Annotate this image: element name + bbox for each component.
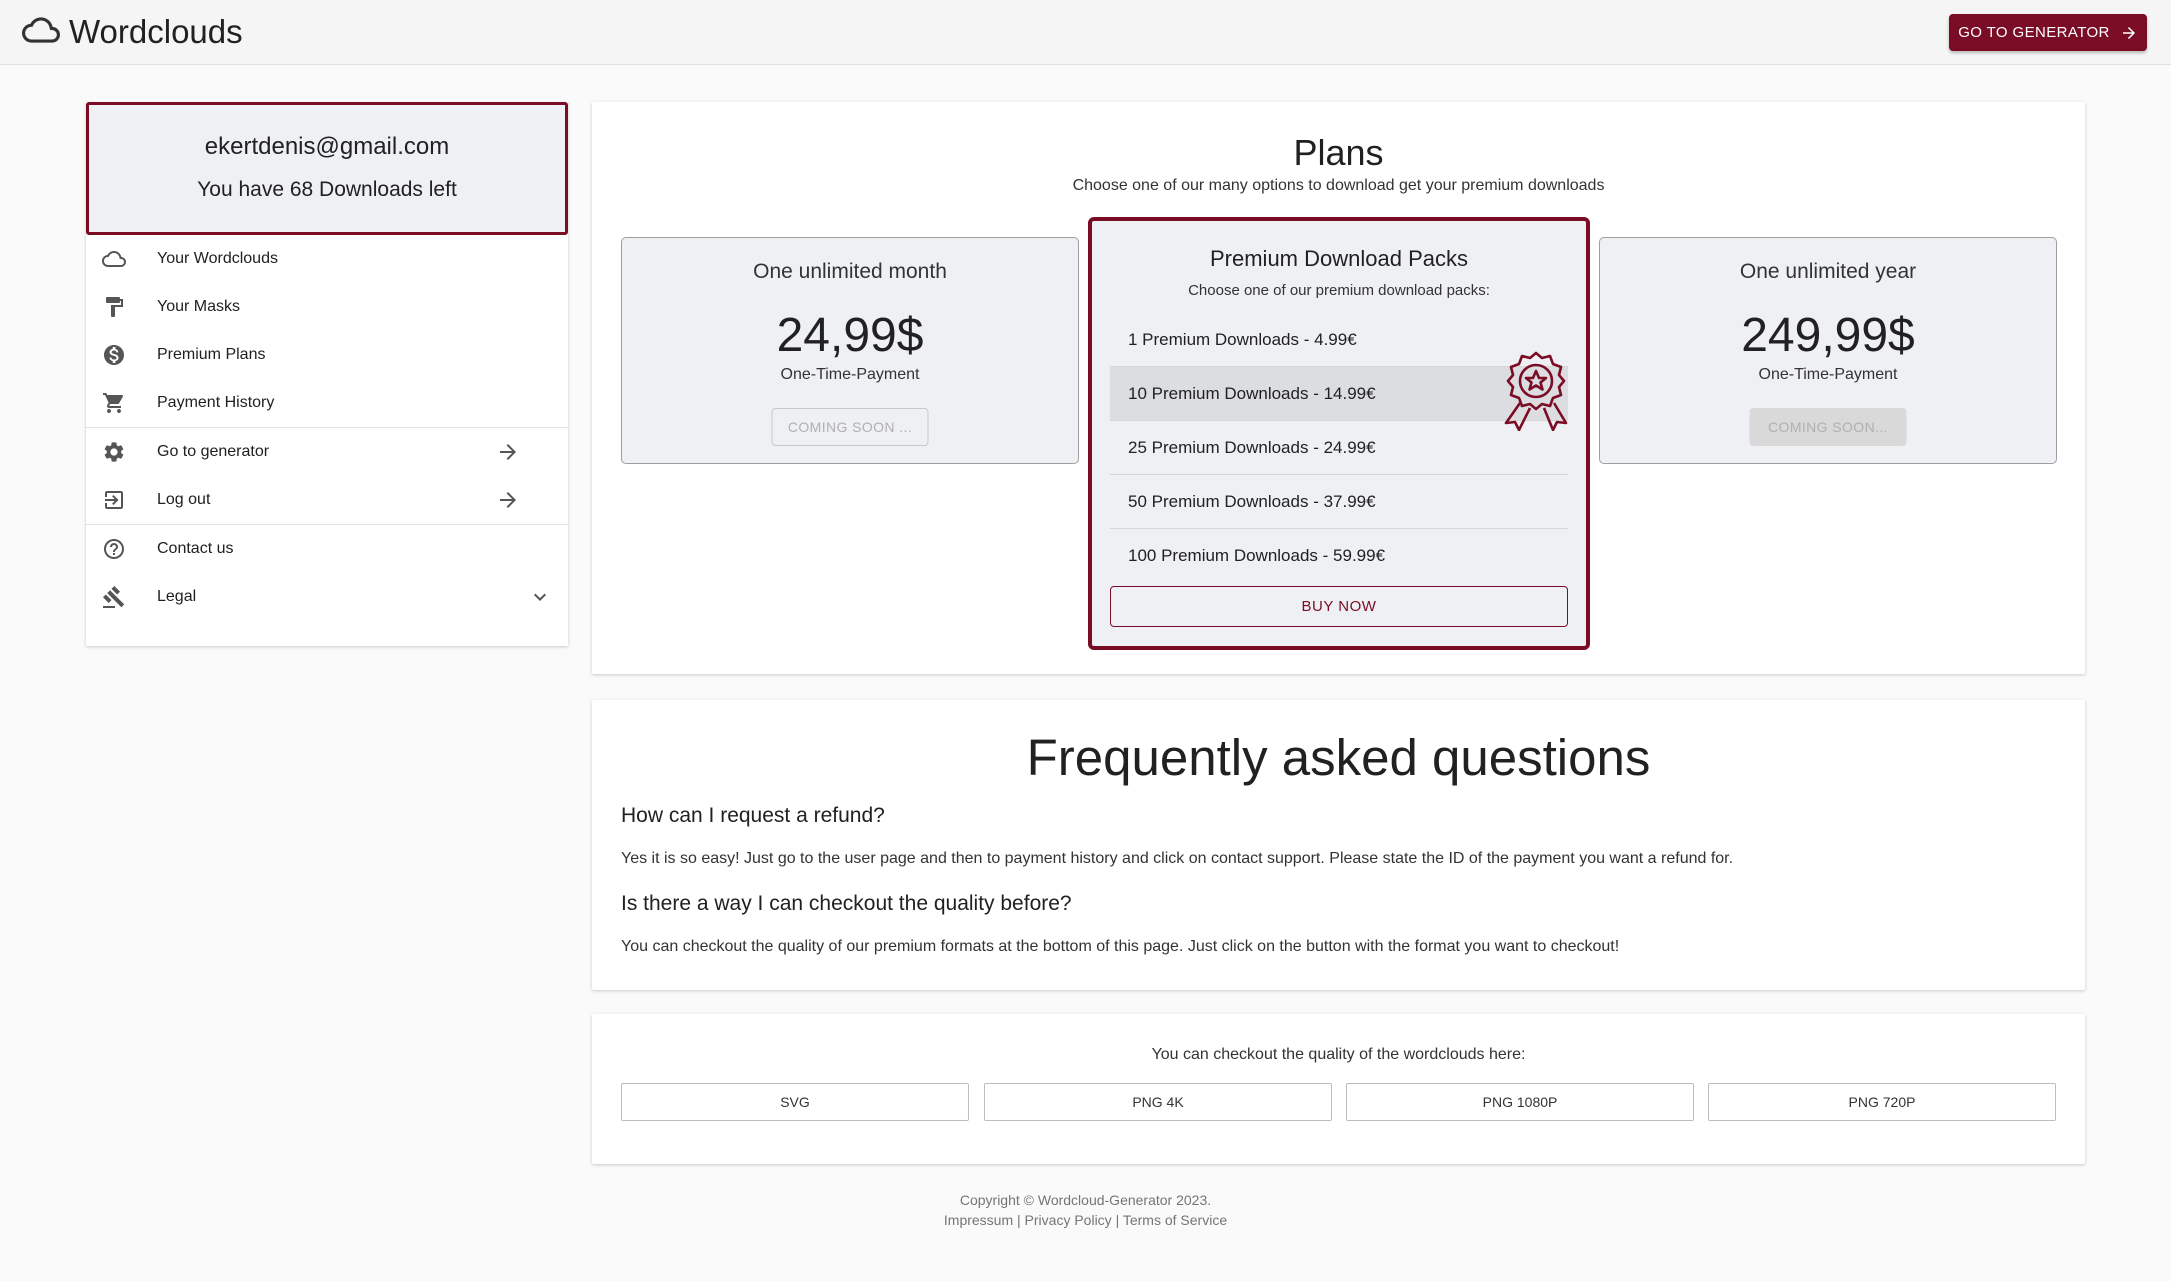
sidebar-item-log-out[interactable]: Log out: [86, 476, 568, 524]
sidebar-item-label: Your Wordclouds: [157, 250, 278, 267]
faq-question: How can I request a refund?: [621, 804, 885, 827]
sidebar-item-label: Your Masks: [157, 298, 240, 315]
faq-panel: Frequently asked questions How can I req…: [592, 700, 2085, 990]
award-badge-icon: [1504, 351, 1568, 431]
sidebar-item-contact-us[interactable]: Contact us: [86, 525, 568, 573]
footer-copyright: Copyright © Wordcloud-Generator 2023.: [959, 1192, 1212, 1208]
coming-soon-button: COMING SOON...: [1749, 408, 1907, 446]
buy-now-button[interactable]: BUY NOW: [1110, 586, 1568, 627]
plans-panel: Plans Choose one of our many options to …: [592, 102, 2085, 674]
faq-question: Is there a way I can checkout the qualit…: [621, 892, 1072, 915]
plans-subtitle: Choose one of our many options to downlo…: [1072, 177, 1605, 194]
cart-icon: [102, 391, 126, 415]
go-to-generator-label: GO TO GENERATOR: [1958, 24, 2110, 41]
packs-title: Premium Download Packs: [1210, 246, 1468, 271]
chevron-down-icon: [528, 585, 552, 609]
format-button-svg[interactable]: SVG: [621, 1083, 969, 1121]
format-button-png-720p[interactable]: PNG 720P: [1708, 1083, 2056, 1121]
arrow-right-icon: [2122, 26, 2135, 39]
plan-name: One unlimited year: [1739, 260, 1917, 283]
plan-note: One-Time-Payment: [1758, 366, 1898, 383]
sidebar-item-label: Legal: [157, 588, 197, 605]
gear-icon: [102, 440, 126, 464]
sidebar-item-payment-history[interactable]: Payment History: [86, 379, 568, 427]
paint-roller-icon: [102, 295, 126, 319]
plans-title: Plans: [1293, 132, 1384, 173]
downloads-left: You have 68 Downloads left: [197, 178, 457, 201]
plan-price: 249,99$: [1741, 309, 1915, 362]
plan-note: One-Time-Payment: [780, 366, 920, 383]
privacy-policy-link[interactable]: Privacy Policy: [1025, 1212, 1112, 1228]
sidebar-item-label: Contact us: [157, 540, 234, 557]
app-bar: Wordclouds GO TO GENERATOR: [0, 0, 2171, 65]
coming-soon-button: COMING SOON ...: [771, 408, 929, 446]
pack-option[interactable]: 50 Premium Downloads - 37.99€: [1110, 475, 1568, 529]
logout-icon: [102, 488, 126, 512]
pack-option[interactable]: 100 Premium Downloads - 59.99€: [1110, 529, 1568, 583]
sidebar-item-legal[interactable]: Legal: [86, 573, 568, 621]
footer-separator: |: [1115, 1212, 1120, 1228]
sidebar-item-label: Log out: [157, 491, 211, 508]
dollar-icon: [102, 343, 126, 367]
arrow-right-icon: [496, 440, 520, 464]
quality-panel: You can checkout the quality of the word…: [592, 1014, 2085, 1164]
user-card: ekertdenis@gmail.com You have 68 Downloa…: [86, 102, 568, 235]
format-button-png-4k[interactable]: PNG 4K: [984, 1083, 1332, 1121]
impressum-link[interactable]: Impressum: [944, 1212, 1013, 1228]
faq-answer: Yes it is so easy! Just go to the user p…: [621, 850, 1734, 867]
terms-of-service-link[interactable]: Terms of Service: [1123, 1212, 1227, 1228]
plan-name: One unlimited month: [753, 260, 947, 283]
sidebar-nav: Your Wordclouds Your Masks Premium Plans…: [86, 235, 568, 621]
sidebar-item-your-masks[interactable]: Your Masks: [86, 283, 568, 331]
help-icon: [102, 537, 126, 561]
packs-subtitle: Choose one of our premium download packs…: [1188, 282, 1490, 299]
sidebar-item-go-to-generator[interactable]: Go to generator: [86, 428, 568, 476]
sidebar-item-label: Premium Plans: [157, 346, 266, 363]
gavel-icon: [102, 585, 126, 609]
cloud-icon: [102, 247, 126, 271]
quality-text: You can checkout the quality of the word…: [1151, 1046, 1526, 1063]
footer-links: Impressum | Privacy Policy | Terms of Se…: [0, 1212, 2171, 1228]
plan-card-month: One unlimited month 24,99$ One-Time-Paym…: [621, 237, 1079, 464]
sidebar-item-premium-plans[interactable]: Premium Plans: [86, 331, 568, 379]
sidebar-item-label: Payment History: [157, 394, 275, 411]
faq-title: Frequently asked questions: [1026, 729, 1651, 786]
arrow-right-icon: [496, 488, 520, 512]
go-to-generator-button[interactable]: GO TO GENERATOR: [1949, 14, 2147, 51]
app-title: Wordclouds: [69, 13, 243, 50]
sidebar-item-label: Go to generator: [157, 443, 270, 460]
faq-answer: You can checkout the quality of our prem…: [621, 938, 1620, 955]
sidebar-item-your-wordclouds[interactable]: Your Wordclouds: [86, 235, 568, 283]
user-email: ekertdenis@gmail.com: [204, 133, 450, 160]
plan-card-packs: Premium Download Packs Choose one of our…: [1088, 217, 1590, 650]
cloud-icon: [22, 11, 60, 54]
plan-price: 24,99$: [776, 309, 924, 362]
sidebar: ekertdenis@gmail.com You have 68 Downloa…: [86, 102, 568, 646]
format-button-png-1080p[interactable]: PNG 1080P: [1346, 1083, 1694, 1121]
plan-card-year: One unlimited year 249,99$ One-Time-Paym…: [1599, 237, 2057, 464]
footer-separator: |: [1017, 1212, 1021, 1228]
brand[interactable]: Wordclouds: [22, 10, 243, 54]
